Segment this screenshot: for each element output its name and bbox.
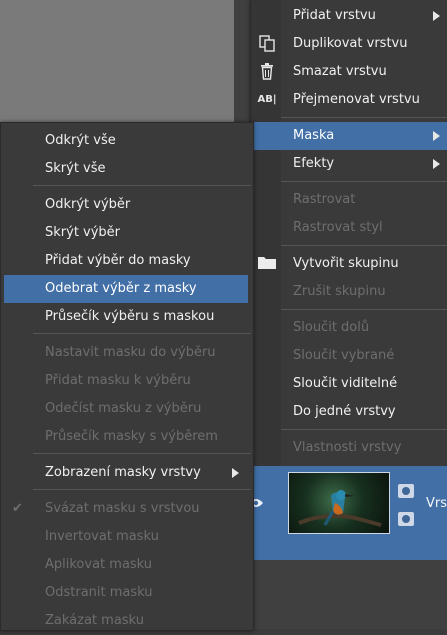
mask-submenu: Odkrýt vše Skrýt vše Odkrýt výběr Skrýt … bbox=[0, 122, 254, 631]
menu-item-merge-selected[interactable]: Sloučit vybrané bbox=[281, 342, 447, 370]
menu-item-label: Přidat vrstvu bbox=[293, 8, 376, 23]
layer-name[interactable]: Vrs bbox=[426, 496, 447, 511]
menu-item-label: Sloučit dolů bbox=[293, 320, 370, 335]
mask-icon[interactable] bbox=[398, 484, 414, 498]
menu-item-label: Přidat výběr do masky bbox=[45, 253, 191, 268]
canvas-document bbox=[0, 0, 234, 122]
menu-item-label: Přidat masku k výběru bbox=[45, 373, 191, 388]
menu-item-delete-layer[interactable]: Smazat vrstvu bbox=[281, 58, 447, 86]
submenu-arrow-icon bbox=[433, 159, 440, 169]
menu-item-add-mask-to-selection[interactable]: Přidat masku k výběru bbox=[33, 367, 251, 395]
menu-item-label: Přejmenovat vrstvu bbox=[293, 92, 420, 107]
menu-item-delete-mask[interactable]: Odstranit masku bbox=[33, 579, 251, 607]
menu-item-intersect-mask-with-selection[interactable]: Průsečík masky s výběrem bbox=[33, 423, 251, 451]
menu-item-hide-selection[interactable]: Skrýt výběr bbox=[33, 219, 251, 247]
mask-icon[interactable] bbox=[398, 512, 414, 526]
trash-icon bbox=[257, 62, 277, 82]
menu-item-flatten[interactable]: Do jedné vrstvy bbox=[281, 398, 447, 426]
menu-item-mask[interactable]: Maska bbox=[251, 122, 447, 150]
menu-item-duplicate-layer[interactable]: Duplikovat vrstvu bbox=[281, 30, 447, 58]
menu-item-layer-mask-display[interactable]: Zobrazení masky vrstvy bbox=[33, 459, 251, 487]
menu-item-intersect-selection-with-mask[interactable]: Průsečík výběru s maskou bbox=[33, 303, 251, 331]
menu-item-label: Odebrat výběr z masky bbox=[45, 281, 197, 296]
menu-item-label: Odkrýt vše bbox=[45, 133, 116, 148]
menu-separator bbox=[281, 181, 447, 182]
menu-item-label: Duplikovat vrstvu bbox=[293, 36, 408, 51]
menu-item-label: Skrýt výběr bbox=[45, 225, 121, 240]
menu-item-label: Průsečík masky s výběrem bbox=[45, 429, 218, 444]
menu-item-label: Zakázat masku bbox=[45, 613, 144, 628]
menu-item-ungroup[interactable]: Zrušit skupinu bbox=[281, 278, 447, 306]
menu-item-label: Svázat masku s vrstvou bbox=[45, 501, 200, 516]
menu-separator bbox=[281, 429, 447, 430]
layer-row-selected[interactable]: Vrs bbox=[249, 466, 447, 560]
menu-item-invert-mask[interactable]: Invertovat masku bbox=[33, 523, 251, 551]
menu-item-subtract-selection-from-mask[interactable]: Odebrat výběr z masky bbox=[4, 275, 248, 303]
layer-context-menu: Přidat vrstvu Duplikovat vrstvu Smazat v… bbox=[250, 0, 447, 466]
menu-item-add-selection-to-mask[interactable]: Přidat výběr do masky bbox=[33, 247, 251, 275]
menu-item-label: Průsečík výběru s maskou bbox=[45, 309, 215, 324]
layer-thumbnail[interactable] bbox=[288, 472, 390, 534]
menu-item-label: Odkrýt výběr bbox=[45, 197, 131, 212]
menu-item-hide-all[interactable]: Skrýt vše bbox=[33, 155, 251, 183]
menu-item-rename-layer[interactable]: Přejmenovat vrstvu bbox=[281, 86, 447, 114]
menu-item-label: Vlastnosti vrstvy bbox=[293, 440, 402, 455]
menu-item-label: Invertovat masku bbox=[45, 529, 159, 544]
menu-item-label: Nastavit masku do výběru bbox=[45, 345, 216, 360]
menu-separator bbox=[33, 489, 251, 490]
duplicate-icon bbox=[257, 34, 277, 54]
menu-item-label: Efekty bbox=[293, 156, 335, 171]
menu-item-label: Zobrazení masky vrstvy bbox=[45, 465, 201, 480]
menu-separator bbox=[33, 185, 251, 186]
menu-item-label: Odečíst masku z výběru bbox=[45, 401, 202, 416]
menu-item-merge-down[interactable]: Sloučit dolů bbox=[281, 314, 447, 342]
menu-item-subtract-mask-from-selection[interactable]: Odečíst masku z výběru bbox=[33, 395, 251, 423]
menu-separator bbox=[281, 309, 447, 310]
menu-item-reveal-selection[interactable]: Odkrýt výběr bbox=[33, 191, 251, 219]
menu-separator bbox=[33, 333, 251, 334]
menu-item-label: Zrušit skupinu bbox=[293, 284, 386, 299]
folder-icon bbox=[257, 254, 277, 274]
menu-item-effects[interactable]: Efekty bbox=[281, 150, 447, 178]
menu-item-label: Sloučit vybrané bbox=[293, 348, 395, 363]
menu-separator bbox=[281, 117, 447, 118]
menu-item-label: Do jedné vrstvy bbox=[293, 404, 396, 419]
menu-item-label: Sloučit viditelné bbox=[293, 376, 398, 391]
menu-item-label: Smazat vrstvu bbox=[293, 64, 387, 79]
submenu-arrow-icon bbox=[232, 468, 239, 478]
menu-item-label: Maska bbox=[293, 128, 335, 143]
menu-item-label: Aplikovat masku bbox=[45, 557, 153, 572]
menu-item-layer-properties[interactable]: Vlastnosti vrstvy bbox=[281, 434, 447, 462]
menu-item-add-layer[interactable]: Přidat vrstvu bbox=[281, 2, 447, 30]
menu-item-link-mask-to-layer[interactable]: Svázat masku s vrstvou bbox=[33, 495, 251, 523]
checkmark-icon: ✔ bbox=[12, 501, 23, 516]
menu-item-apply-mask[interactable]: Aplikovat masku bbox=[33, 551, 251, 579]
menu-item-mask-to-selection[interactable]: Nastavit masku do výběru bbox=[33, 339, 251, 367]
rename-icon: AB| bbox=[257, 94, 277, 105]
submenu-arrow-icon bbox=[433, 131, 440, 141]
submenu-arrow-icon bbox=[433, 11, 440, 21]
menu-item-rasterize-style[interactable]: Rastrovat styl bbox=[281, 214, 447, 242]
menu-item-label: Rastrovat bbox=[293, 192, 356, 207]
menu-item-rasterize[interactable]: Rastrovat bbox=[281, 186, 447, 214]
menu-item-label: Skrýt vše bbox=[45, 161, 106, 176]
menu-item-label: Rastrovat styl bbox=[293, 220, 383, 235]
menu-item-label: Vytvořit skupinu bbox=[293, 256, 399, 271]
menu-item-merge-visible[interactable]: Sloučit viditelné bbox=[281, 370, 447, 398]
menu-item-label: Odstranit masku bbox=[45, 585, 153, 600]
menu-item-create-group[interactable]: Vytvořit skupinu bbox=[281, 250, 447, 278]
menu-separator bbox=[33, 453, 251, 454]
menu-item-reveal-all[interactable]: Odkrýt vše bbox=[33, 127, 251, 155]
menu-item-disable-mask[interactable]: Zakázat masku bbox=[33, 607, 251, 635]
menu-separator bbox=[281, 245, 447, 246]
